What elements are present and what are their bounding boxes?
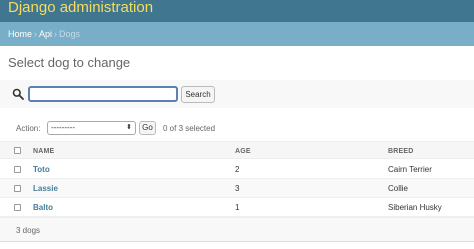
- dog-age: 1: [235, 203, 240, 212]
- search-toolbar: Search: [0, 80, 474, 108]
- dog-breed: Siberian Husky: [388, 203, 442, 212]
- breadcrumb-separator: ›: [54, 29, 58, 39]
- site-branding[interactable]: Django administration: [8, 0, 153, 16]
- search-button[interactable]: Search: [181, 86, 215, 103]
- dog-age: 3: [235, 184, 240, 193]
- column-header-name[interactable]: NAME: [33, 148, 54, 155]
- breadcrumb-current: Dogs: [59, 29, 81, 39]
- table-header-row: NAME AGE BREED: [0, 141, 474, 159]
- action-select-value: ---------: [51, 123, 75, 132]
- table-row: Balto 1 Siberian Husky: [0, 198, 474, 217]
- column-header-breed[interactable]: BREED: [388, 148, 414, 155]
- selection-counter: 0 of 3 selected: [163, 124, 216, 133]
- breadcrumb-api-link[interactable]: Api: [39, 29, 52, 39]
- breadcrumb-home-link[interactable]: Home: [8, 29, 32, 39]
- table-row: Toto 2 Cairn Terrier: [0, 160, 474, 179]
- action-select[interactable]: --------- ⬍: [47, 121, 136, 135]
- dog-age: 2: [235, 165, 240, 174]
- dog-breed: Collie: [388, 184, 409, 193]
- breadcrumb-separator: ›: [34, 29, 38, 39]
- table-row: Lassie 3 Collie: [0, 179, 474, 198]
- action-bar: Action: --------- ⬍ Go 0 of 3 selected: [0, 118, 474, 140]
- go-button[interactable]: Go: [139, 121, 156, 135]
- breadcrumb: Home › Api › Dogs: [0, 22, 474, 46]
- search-input[interactable]: [28, 86, 178, 102]
- dog-name-link[interactable]: Lassie: [33, 184, 58, 193]
- row-checkbox[interactable]: [14, 185, 21, 192]
- paginator: 3 dogs: [0, 217, 474, 241]
- search-icon: [12, 88, 24, 100]
- header-bar: Django administration: [0, 0, 474, 22]
- dog-name-link[interactable]: Balto: [33, 203, 53, 212]
- result-count: 3 dogs: [16, 226, 41, 235]
- select-all-checkbox[interactable]: [14, 147, 21, 154]
- page-title: Select dog to change: [8, 55, 131, 70]
- select-arrows-icon: ⬍: [126, 124, 132, 131]
- divider: [0, 241, 474, 242]
- dog-name-link[interactable]: Toto: [33, 165, 50, 174]
- row-checkbox[interactable]: [14, 204, 21, 211]
- column-header-age[interactable]: AGE: [235, 148, 251, 155]
- row-checkbox[interactable]: [14, 166, 21, 173]
- dog-breed: Cairn Terrier: [388, 165, 432, 174]
- action-label: Action:: [16, 124, 41, 133]
